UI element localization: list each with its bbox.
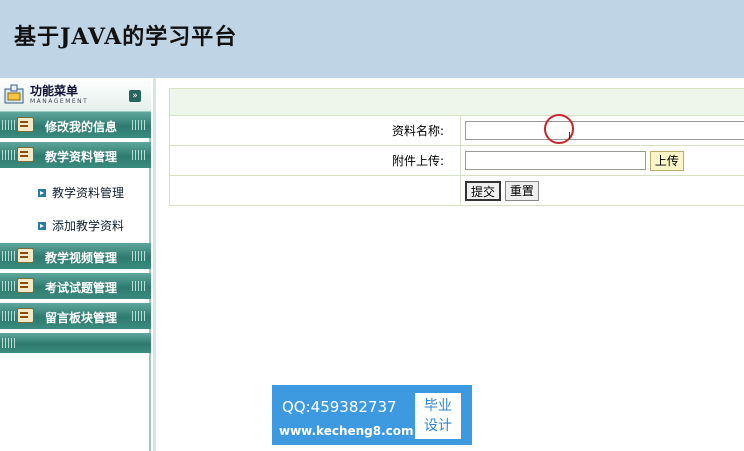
grip-icon: [132, 150, 146, 160]
sidebar-item-label: 添加教学资料: [52, 219, 125, 233]
app-title: 基于JAVA的学习平台: [14, 24, 238, 50]
grip-icon: [2, 338, 16, 348]
grip-icon: [2, 120, 16, 130]
document-icon: [17, 147, 34, 162]
grip-icon: [132, 281, 146, 291]
sidebar-section-videos[interactable]: 教学视频管理: [0, 243, 151, 269]
sidebar-section-edit-info[interactable]: 修改我的信息: [0, 112, 151, 138]
name-label: 资料名称:: [169, 115, 461, 146]
menu-header: 功能菜单 MANAGEMENT »: [0, 78, 151, 112]
form-header-row: [169, 88, 744, 116]
submit-button[interactable]: 提交: [465, 180, 502, 201]
sidebar-section-label: 修改我的信息: [45, 120, 118, 134]
grip-icon: [2, 150, 16, 160]
watermark-badge: 毕业 设计: [415, 393, 461, 439]
sidebar-splitter[interactable]: [153, 78, 156, 451]
app-header: 基于JAVA的学习平台: [0, 0, 744, 78]
attachment-input[interactable]: [465, 151, 646, 170]
attachment-label: 附件上传:: [169, 145, 461, 176]
reset-button[interactable]: 重置: [504, 180, 539, 201]
sidebar-item-label: 教学资料管理: [52, 186, 125, 200]
form-row-actions: 提交 重置: [169, 175, 744, 206]
menu-subtitle: MANAGEMENT: [30, 98, 89, 105]
sidebar-footer-bar: [0, 333, 151, 353]
arrow-right-icon: [38, 189, 46, 197]
sidebar-item-materials-manage[interactable]: 教学资料管理: [38, 184, 124, 201]
document-icon: [17, 248, 34, 263]
watermark-qq: QQ:459382737: [282, 398, 397, 416]
arrow-right-icon: [38, 222, 46, 230]
chevron-down-icon[interactable]: »: [129, 90, 141, 102]
sidebar-section-label: 留言板块管理: [45, 311, 118, 325]
grip-icon: [2, 311, 16, 321]
grip-icon: [2, 281, 16, 291]
sidebar-section-label: 考试试题管理: [45, 281, 118, 295]
sidebar-section-materials[interactable]: 教学资料管理: [0, 142, 151, 168]
form-row-name: 资料名称:: [169, 115, 744, 146]
text-cursor-icon: I: [568, 131, 571, 142]
grip-icon: [132, 251, 146, 261]
document-icon: [17, 308, 34, 323]
watermark-url: www.kecheng8.com: [279, 424, 414, 438]
sidebar-section-label: 教学资料管理: [45, 150, 118, 164]
watermark: QQ:459382737 www.kecheng8.com 毕业 设计: [272, 385, 472, 445]
grip-icon: [2, 251, 16, 261]
grip-icon: [132, 120, 146, 130]
sidebar-section-exams[interactable]: 考试试题管理: [0, 273, 151, 299]
menu-title: 功能菜单: [30, 84, 79, 98]
material-form: 资料名称: 附件上传: 上传 提交 重置: [169, 88, 744, 206]
grip-icon: [132, 311, 146, 321]
sidebar-item-add-material[interactable]: 添加教学资料: [38, 217, 124, 234]
menu-icon: [4, 84, 24, 104]
document-icon: [17, 278, 34, 293]
form-row-attachment: 附件上传: 上传: [169, 145, 744, 176]
document-icon: [17, 117, 34, 132]
sidebar: 功能菜单 MANAGEMENT » 修改我的信息 教学资料管理 教学资料管理 添…: [0, 78, 151, 451]
sidebar-section-messages[interactable]: 留言板块管理: [0, 303, 151, 329]
sidebar-section-label: 教学视频管理: [45, 251, 118, 265]
material-name-input[interactable]: [465, 121, 744, 140]
upload-button[interactable]: 上传: [649, 150, 684, 171]
